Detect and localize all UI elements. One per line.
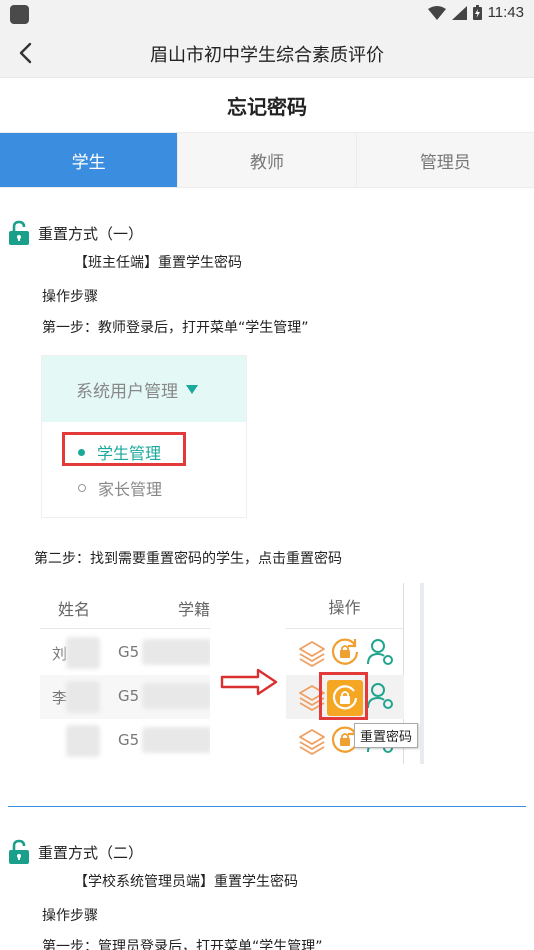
student-name: 刘: [52, 645, 68, 663]
layers-icon: [299, 729, 325, 755]
reset-password-tooltip: 重置密码: [354, 723, 419, 748]
signal-icon: [451, 5, 467, 20]
highlight-box: [62, 432, 186, 466]
unlock-icon: [9, 839, 29, 864]
col-name-header: 姓名: [58, 600, 91, 619]
method-2-subtitle: 【学校系统管理员端】重置学生密码: [74, 874, 298, 890]
ops-row: [286, 631, 404, 675]
student-id: G5: [118, 687, 140, 705]
app-title: 眉山市初中学生综合素质评价: [150, 45, 384, 66]
method-2-steps-label: 操作步骤: [42, 908, 98, 924]
tab-admin[interactable]: 管理员: [356, 133, 534, 187]
student-id: G5: [118, 643, 140, 661]
method-1-subtitle: 【班主任端】重置学生密码: [74, 255, 242, 271]
method-2-step-1: 第一步：管理员登录后，打开菜单“学生管理”: [42, 939, 323, 950]
table-screenshot-left: 姓名 学籍 刘 G5 李 G5 G5: [40, 583, 210, 764]
method-1-step-2: 第二步：找到需要重置密码的学生，点击重置密码: [34, 551, 342, 567]
table-row: G5: [40, 719, 210, 763]
dropdown-triangle-icon: [186, 384, 198, 394]
col-id-header: 学籍: [178, 600, 210, 619]
tab-student[interactable]: 学生: [0, 133, 179, 187]
menu-item-label: 家长管理: [98, 480, 163, 499]
battery-icon: [472, 5, 482, 20]
menu-header: 系统用户管理: [42, 356, 246, 422]
menu-header-label: 系统用户管理: [76, 381, 178, 402]
menu-item-parent: 家长管理: [78, 476, 162, 500]
highlight-box: [319, 672, 368, 720]
status-bar: 11:43: [0, 0, 534, 28]
menu-screenshot: 系统用户管理 学生管理 家长管理: [42, 356, 246, 517]
student-id: G5: [118, 731, 140, 749]
role-tabs: 学生 教师 管理员: [0, 132, 534, 188]
method-1-header: 重置方式（一）: [8, 219, 526, 247]
method-2-header: 重置方式（二）: [8, 838, 526, 866]
unlock-icon: [9, 220, 29, 245]
reset-password-icon: [331, 638, 359, 665]
page-title: 忘记密码: [227, 94, 307, 119]
section-divider: [8, 806, 526, 807]
status-time: 11:43: [487, 4, 524, 21]
user-settings-icon: [367, 639, 393, 665]
method-2-title: 重置方式（二）: [38, 843, 144, 862]
student-name: 李: [52, 689, 68, 707]
table-scrollbar: [420, 583, 424, 764]
tab-teacher[interactable]: 教师: [178, 133, 357, 187]
right-arrow-icon: [220, 668, 278, 696]
col-ops-header: 操作: [286, 583, 403, 629]
table-row: 李 G5: [40, 675, 210, 719]
table-row: 刘 G5: [40, 631, 210, 675]
method-1-step-1: 第一步：教师登录后，打开菜单“学生管理”: [42, 320, 309, 336]
app-bar: 眉山市初中学生综合素质评价: [0, 28, 534, 78]
method-1-steps-label: 操作步骤: [42, 289, 98, 305]
method-2-section: 重置方式（二） 【学校系统管理员端】重置学生密码 操作步骤 第一步：管理员登录后…: [0, 838, 534, 950]
status-icons: 11:43: [427, 4, 524, 21]
bullet-icon: [78, 484, 86, 492]
user-settings-icon: [367, 683, 393, 709]
method-1-title: 重置方式（一）: [38, 224, 144, 243]
table-header: 姓名 学籍: [40, 583, 210, 629]
app-notification-icon: [10, 5, 29, 24]
layers-icon: [299, 641, 325, 667]
wifi-icon: [427, 5, 446, 20]
method-1-section: 重置方式（一） 【班主任端】重置学生密码 操作步骤 第一步：教师登录后，打开菜单…: [0, 219, 534, 337]
